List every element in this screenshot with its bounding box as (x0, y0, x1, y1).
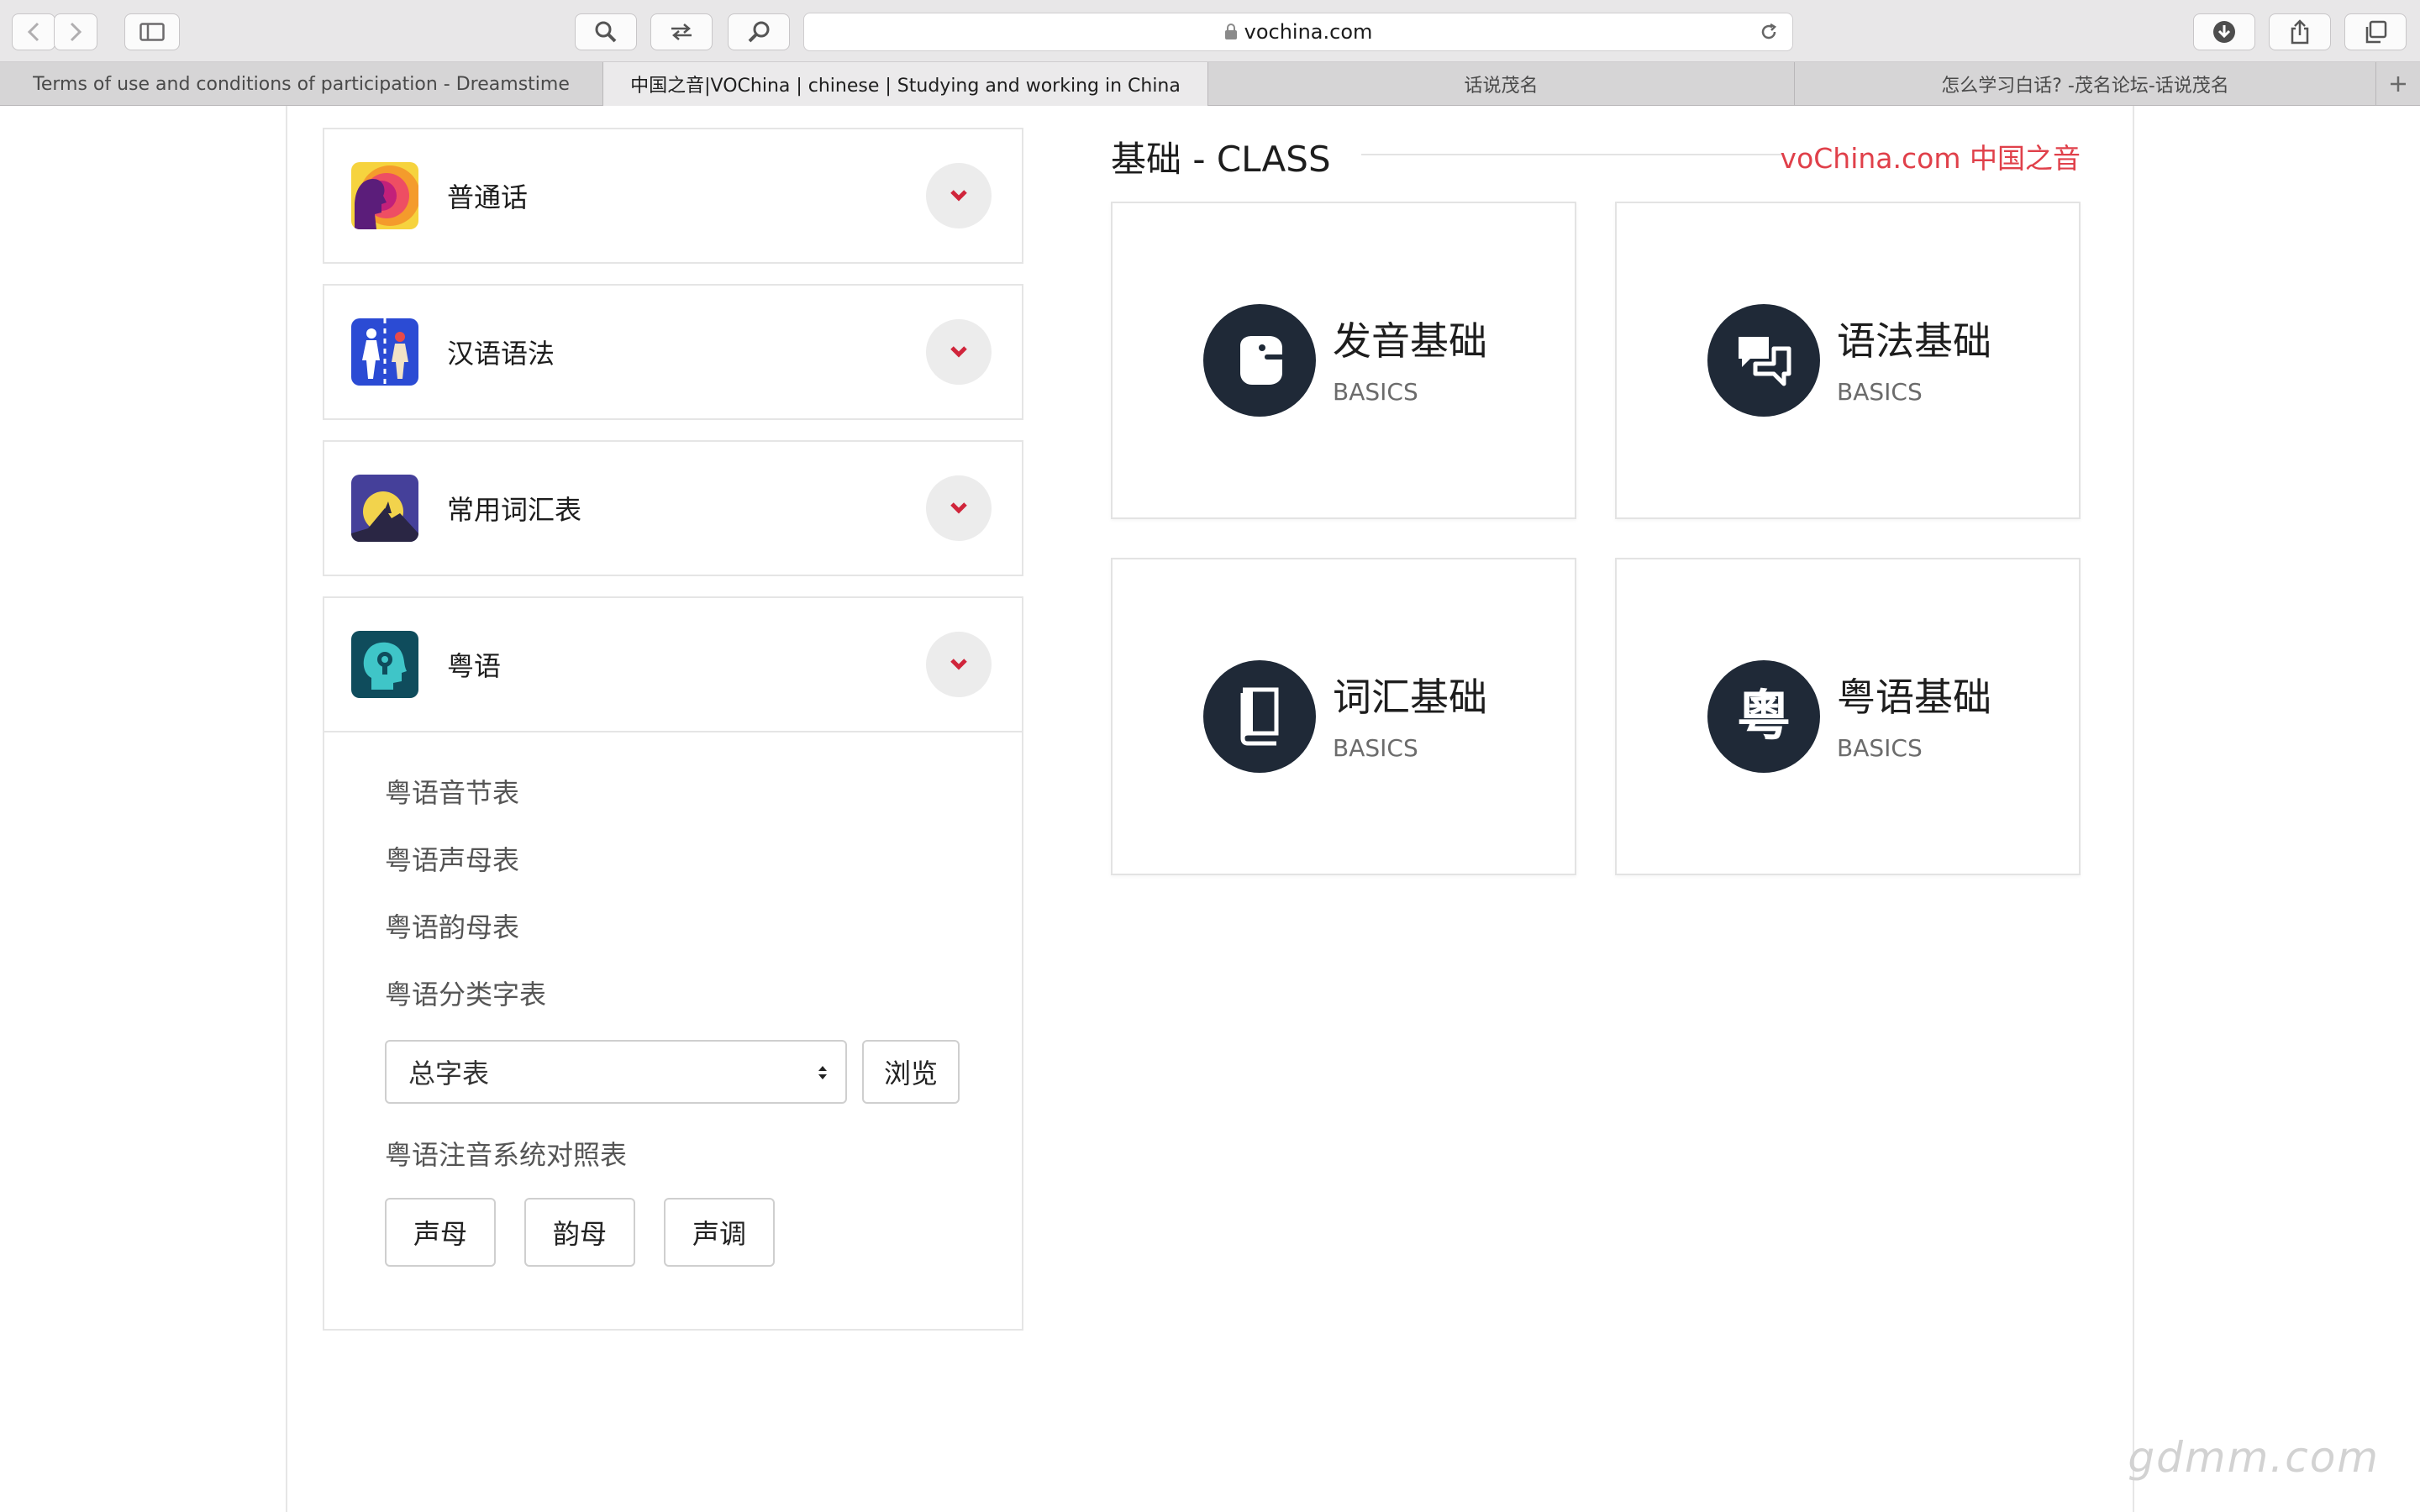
tab-vochina[interactable]: 中国之音|VOChina | chinese | Studying and wo… (603, 62, 1208, 106)
swap-arrows-icon (671, 24, 692, 40)
accordion-mandarin: 普通话 (323, 128, 1023, 264)
character-table-picker: 总字表 浏览 (385, 1040, 960, 1104)
character-table-select[interactable]: 总字表 (385, 1040, 847, 1104)
section-divider (1361, 154, 1781, 155)
url-text: vochina.com (1244, 20, 1373, 44)
select-value: 总字表 (408, 1058, 490, 1089)
sidebar-icon (139, 23, 165, 41)
section-title: 基础 - CLASS (1111, 139, 1331, 180)
pronunciation-icon (1203, 304, 1316, 417)
tab-huashuo-maoming[interactable]: 话说茂名 (1208, 62, 1795, 106)
new-tab-button[interactable] (2376, 62, 2420, 106)
sidebar-toggle-button[interactable] (124, 13, 180, 50)
romanization-buttons: 声母 韵母 声调 (385, 1198, 803, 1267)
chevron-down-icon (950, 502, 967, 514)
expand-toggle[interactable] (926, 163, 992, 228)
card-title: 词汇基础 (1333, 675, 1487, 720)
tones-button[interactable]: 声调 (664, 1198, 775, 1267)
card-subtitle: BASICS (1333, 734, 1418, 762)
book-icon (1203, 660, 1316, 773)
accordion-grammar: 汉语语法 (323, 284, 1023, 420)
address-bar[interactable]: vochina.com (803, 13, 1793, 51)
accordion-cantonese: 粤语 粤语音节表 粤语声母表 粤语韵母表 粤语分类字表 总字表 浏览 粤语注音系… (323, 596, 1023, 1331)
vocabulary-icon (351, 475, 418, 542)
card-title: 语法基础 (1837, 318, 1991, 364)
download-icon (2213, 21, 2235, 43)
back-button[interactable] (12, 13, 55, 50)
cantonese-icon (351, 631, 418, 698)
reload-icon[interactable] (1759, 22, 1779, 42)
card-title: 粤语基础 (1837, 675, 1991, 720)
link-category-table[interactable]: 粤语分类字表 (385, 976, 1022, 1043)
chevron-down-icon (950, 659, 967, 670)
accordion-title: 常用词汇表 (447, 494, 582, 526)
mandarin-icon (351, 162, 418, 229)
tab-maoming-forum[interactable]: 怎么学习白话? -茂名论坛-话说茂名 (1795, 62, 2376, 106)
accordion-title: 汉语语法 (447, 338, 555, 370)
card-pronunciation-basics[interactable]: 发音基础 BASICS (1111, 202, 1576, 519)
grammar-icon (351, 318, 418, 386)
accordion-header[interactable]: 汉语语法 (324, 286, 1022, 418)
browser-toolbar: vochina.com (0, 0, 2420, 62)
chat-bubbles-icon (1707, 304, 1820, 417)
select-arrows-icon (818, 1066, 827, 1079)
forward-button[interactable] (54, 13, 97, 50)
tabs-overview-button[interactable] (2344, 13, 2407, 50)
brand-link[interactable]: voChina.com 中国之音 (1781, 136, 2081, 176)
accordion-body: 粤语音节表 粤语声母表 粤语韵母表 粤语分类字表 总字表 浏览 粤语注音系统对照… (324, 731, 1022, 1329)
link-romanization-comparison[interactable]: 粤语注音系统对照表 (385, 1134, 627, 1173)
plus-icon (2391, 76, 2406, 92)
card-grammar-basics[interactable]: 语法基础 BASICS (1615, 202, 2081, 519)
card-subtitle: BASICS (1837, 378, 1923, 406)
lock-icon (1224, 24, 1237, 39)
accordion-title: 粤语 (447, 650, 502, 682)
link-finals-table[interactable]: 粤语韵母表 (385, 909, 1022, 976)
tab-bar: Terms of use and conditions of participa… (0, 62, 2420, 106)
card-title: 发音基础 (1333, 318, 1487, 364)
collapse-toggle[interactable] (926, 632, 992, 697)
accordion-header[interactable]: 粤语 (324, 598, 1022, 731)
page-container: 普通话 汉语语法 常用词汇表 粤语 粤语音节表 粤语声母表 粤语韵母表 粤语分类… (286, 106, 2134, 1512)
tabs-icon (2365, 20, 2387, 44)
share-button[interactable] (2269, 13, 2331, 50)
share-icon (2291, 19, 2309, 45)
cantonese-glyph: 粵 (1737, 685, 1791, 748)
chevron-down-icon (950, 346, 967, 358)
search-button[interactable] (575, 13, 637, 50)
tab-dreamstime[interactable]: Terms of use and conditions of participa… (0, 62, 603, 106)
swap-button[interactable] (650, 13, 713, 50)
link-initials-table[interactable]: 粤语声母表 (385, 842, 1022, 909)
expand-toggle[interactable] (926, 475, 992, 541)
accordion-header[interactable]: 常用词汇表 (324, 442, 1022, 575)
search-icon (595, 21, 617, 43)
chevron-right-icon (70, 22, 82, 42)
finals-button[interactable]: 韵母 (524, 1198, 635, 1267)
lookup-button[interactable] (728, 13, 790, 50)
accordion-header[interactable]: 普通话 (324, 129, 1022, 262)
expand-toggle[interactable] (926, 319, 992, 385)
card-vocabulary-basics[interactable]: 词汇基础 BASICS (1111, 558, 1576, 875)
watermark: gdmm.com (2128, 1433, 2380, 1482)
link-syllable-table[interactable]: 粤语音节表 (385, 774, 1022, 842)
card-cantonese-basics[interactable]: 粵 粤语基础 BASICS (1615, 558, 2081, 875)
browse-button[interactable]: 浏览 (862, 1040, 960, 1104)
magnifier-icon (748, 21, 770, 43)
initials-button[interactable]: 声母 (385, 1198, 496, 1267)
card-subtitle: BASICS (1333, 378, 1418, 406)
chevron-left-icon (27, 22, 39, 42)
accordion-title: 普通话 (447, 181, 529, 213)
cantonese-character-icon: 粵 (1707, 660, 1820, 773)
chevron-down-icon (950, 190, 967, 202)
card-subtitle: BASICS (1837, 734, 1923, 762)
downloads-button[interactable] (2193, 13, 2255, 50)
accordion-vocabulary: 常用词汇表 (323, 440, 1023, 576)
